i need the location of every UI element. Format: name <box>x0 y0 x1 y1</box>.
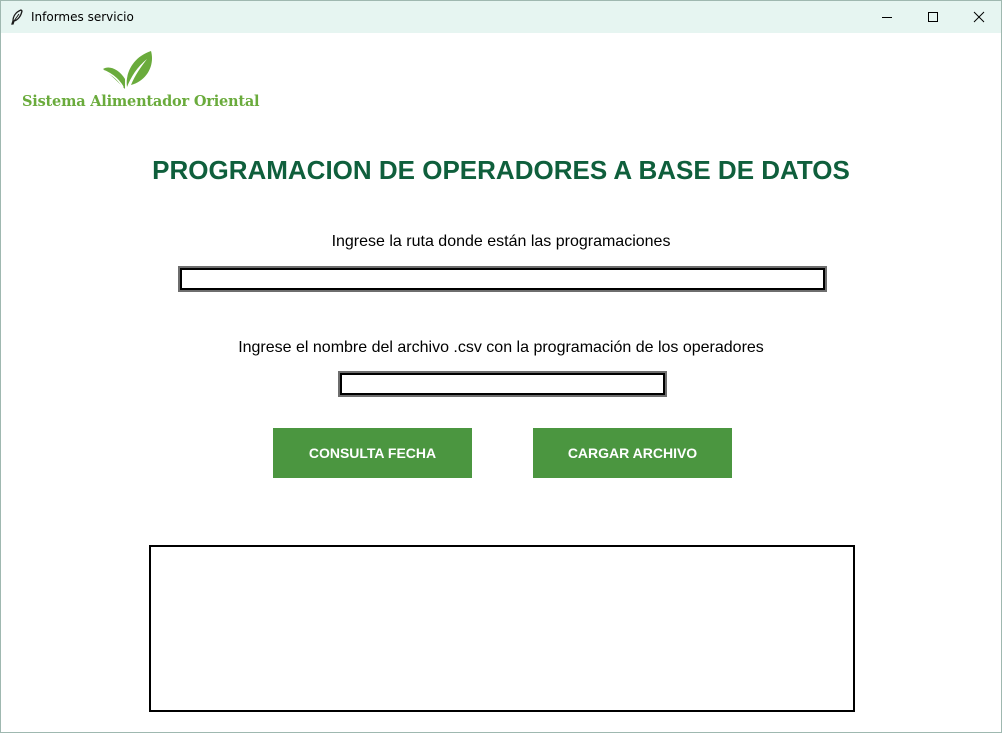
close-button[interactable] <box>956 1 1001 33</box>
logo-text: Sistema Alimentador Oriental <box>22 93 260 110</box>
leaves-icon <box>99 47 157 96</box>
file-label: Ingrese el nombre del archivo .csv con l… <box>238 339 764 356</box>
minimize-button[interactable] <box>864 1 910 33</box>
page-title: PROGRAMACION DE OPERADORES A BASE DE DAT… <box>152 155 850 185</box>
company-logo: Sistema Alimentador Oriental <box>19 45 260 115</box>
feather-icon <box>10 9 24 25</box>
app-window: Informes servicio Sistema Alimentador Or… <box>0 0 1002 733</box>
path-input[interactable] <box>178 266 827 292</box>
path-label: Ingrese la ruta donde están las programa… <box>331 233 671 250</box>
maximize-button[interactable] <box>910 1 956 33</box>
window-title: Informes servicio <box>31 10 134 24</box>
title-bar[interactable]: Informes servicio <box>1 1 1001 33</box>
consulta-fecha-button[interactable]: CONSULTA FECHA <box>273 428 472 478</box>
file-name-input[interactable] <box>338 371 667 397</box>
cargar-archivo-button[interactable]: CARGAR ARCHIVO <box>533 428 732 478</box>
output-text-area[interactable] <box>149 545 855 712</box>
